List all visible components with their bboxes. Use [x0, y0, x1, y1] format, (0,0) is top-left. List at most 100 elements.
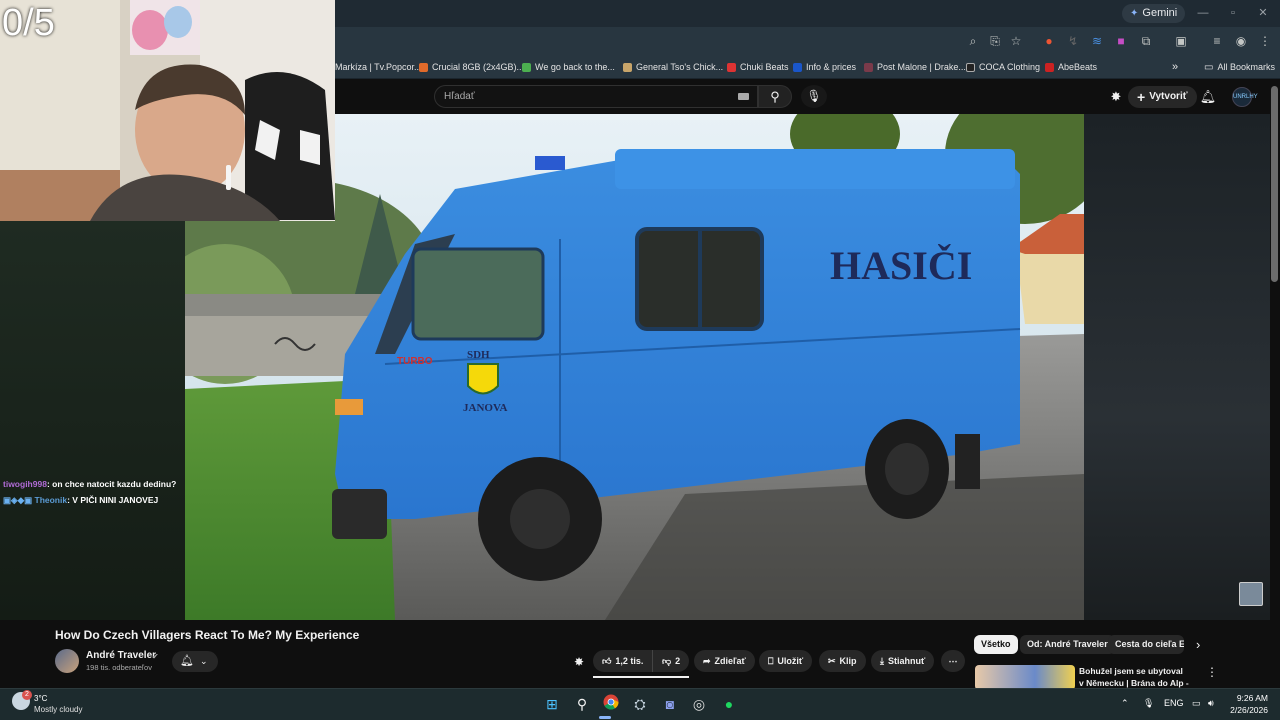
bookmark-item[interactable]: Markíza | Tv.Popcor...: [335, 60, 422, 74]
profile-icon[interactable]: ◉: [1232, 33, 1250, 49]
taskbar-search-icon[interactable]: ⚲: [572, 694, 592, 714]
sidepanel-icon[interactable]: ▣: [1172, 33, 1190, 49]
extension-gray-icon[interactable]: ↯: [1064, 33, 1082, 49]
bookmark-icon: ⎕: [768, 656, 774, 666]
extension-red-icon[interactable]: ●: [1040, 33, 1058, 49]
maximize-icon[interactable]: ▫: [1218, 4, 1248, 23]
page-scrollbar[interactable]: [1271, 86, 1278, 282]
weather-desc[interactable]: Mostly cloudy: [34, 705, 82, 714]
extensions-puzzle-icon[interactable]: ⧉: [1137, 33, 1155, 49]
bookmark-label: AbeBeats: [1058, 62, 1098, 72]
bookmark-label: We go back to the...: [535, 62, 615, 72]
zoom-icon[interactable]: ⌕: [964, 33, 982, 49]
bookmark-item[interactable]: Info & prices: [793, 60, 856, 74]
recommendation-thumbnail[interactable]: [975, 665, 1075, 690]
tray-overflow-icon[interactable]: ⌃: [1121, 698, 1129, 709]
bookmark-label: Crucial 8GB (2x4GB)...: [432, 62, 525, 72]
recommendation-menu-icon[interactable]: ⋮: [1206, 665, 1218, 679]
obs-icon[interactable]: ◎: [689, 694, 709, 714]
bookmark-item[interactable]: General Tso's Chick...: [623, 60, 723, 74]
bell-icon[interactable]: 🔔︎: [1199, 88, 1217, 106]
weather-temp[interactable]: 3°C: [34, 694, 47, 703]
van-sdh-text: SDH: [467, 349, 490, 361]
sparkle-icon[interactable]: ✸: [1107, 88, 1125, 106]
share-button[interactable]: ➦ Zdieľať: [694, 650, 755, 672]
chat-text: : on chce natocit kazdu dedinu?: [46, 479, 177, 489]
bookmark-item[interactable]: COCA Clothing: [966, 60, 1040, 74]
bookmark-label: Info & prices: [806, 62, 857, 72]
chip-all[interactable]: Všetko: [974, 635, 1018, 654]
clock-time[interactable]: 9:26 AM: [1228, 693, 1268, 703]
network-icon[interactable]: ▭: [1192, 698, 1201, 709]
spotify-icon[interactable]: ●: [719, 694, 739, 714]
bookmark-item[interactable]: Chuki Beats: [727, 60, 789, 74]
more-actions-button[interactable]: ⋯: [941, 650, 965, 672]
keyboard-icon[interactable]: [738, 93, 749, 100]
dislike-button[interactable]: 👎︎ 2: [652, 650, 690, 672]
bell-icon: 🔔︎: [180, 655, 194, 667]
volume-icon[interactable]: 🔊︎: [1208, 698, 1214, 709]
extension-audio-icon[interactable]: ≋: [1088, 33, 1106, 49]
miniplayer-thumbnail[interactable]: [1239, 582, 1263, 606]
bookmark-item[interactable]: Post Malone | Drake...: [864, 60, 966, 74]
bookmark-label: Chuki Beats: [740, 62, 789, 72]
install-icon[interactable]: ⎘: [986, 33, 1004, 49]
plus-icon: +: [1137, 89, 1146, 105]
like-button[interactable]: 👍︎ 1,2 tis.: [593, 650, 653, 672]
weather-badge: 2: [22, 690, 32, 700]
close-icon[interactable]: ✕: [1248, 4, 1278, 23]
bookmark-star-icon[interactable]: ☆: [1007, 33, 1025, 49]
media-controls-icon[interactable]: ≡: [1208, 33, 1226, 49]
extension-purple-icon[interactable]: ■: [1112, 33, 1130, 49]
channel-avatar[interactable]: [55, 649, 79, 673]
microphone-icon[interactable]: 🎙: [1143, 698, 1154, 709]
channel-name[interactable]: André Traveler: [86, 650, 156, 661]
chevron-right-icon[interactable]: ›: [1196, 637, 1200, 652]
clip-button[interactable]: ✂ Klip: [819, 650, 866, 672]
bookmark-item[interactable]: Crucial 8GB (2x4GB)...: [419, 60, 524, 74]
folder-icon: ▭: [1204, 61, 1214, 73]
chevron-down-icon: ⌄: [199, 656, 208, 666]
windows-start-icon[interactable]: ⊞: [542, 694, 562, 714]
bookmark-favicon-icon: [864, 62, 873, 72]
menu-kebab-icon[interactable]: ⋮: [1256, 33, 1274, 49]
minimize-icon[interactable]: —: [1188, 4, 1218, 23]
bookmark-item[interactable]: AbeBeats: [1045, 60, 1097, 74]
bookmark-label: Markíza | Tv.Popcor...: [335, 62, 422, 72]
van-badge-text: TURBO: [397, 356, 433, 367]
create-label: Vytvoriť: [1149, 91, 1188, 102]
bookmarks-overflow-icon[interactable]: »: [1172, 60, 1178, 74]
sparkle-ask-icon[interactable]: ✸: [574, 655, 584, 669]
chat-badges-icon: ▣◈◆▣: [3, 495, 35, 505]
video-title: How Do Czech Villagers React To Me? My E…: [55, 628, 360, 642]
clock-date[interactable]: 2/26/2026: [1222, 705, 1268, 715]
bookmark-item[interactable]: We go back to the...: [522, 60, 615, 74]
subscriber-count: 198 tis. odberateľov: [86, 663, 152, 672]
voice-search-button[interactable]: 🎙: [801, 85, 827, 108]
steam-icon[interactable]: ⛭: [630, 694, 650, 714]
discord-icon[interactable]: ◙: [660, 694, 680, 714]
notification-bell-button[interactable]: 🔔︎ ⌄: [172, 651, 218, 672]
account-avatar[interactable]: UNRLHY: [1232, 87, 1258, 107]
clip-label: Klip: [839, 656, 857, 666]
save-button[interactable]: ⎕ Uložiť: [759, 650, 813, 672]
stream-chat: [0, 221, 185, 620]
chat-message: tiwogih998: on chce natocit kazdu dedinu…: [3, 479, 176, 489]
bookmark-favicon-icon: [522, 62, 531, 72]
search-button[interactable]: ⚲: [758, 85, 792, 108]
chat-username: tiwogih998: [3, 479, 47, 489]
gemini-button[interactable]: ✦ Gemini: [1122, 4, 1186, 23]
chrome-icon[interactable]: [601, 694, 621, 714]
all-bookmarks-folder[interactable]: ▭ All Bookmarks: [1204, 60, 1275, 74]
mic-icon: 🎙: [806, 89, 822, 103]
search-placeholder: Hľadať: [444, 91, 475, 102]
save-label: Uložiť: [777, 656, 804, 666]
download-button[interactable]: ⤓ Stiahnuť: [871, 650, 935, 672]
chip-related[interactable]: Cesta do cieľa Eu: [1108, 635, 1184, 654]
thumbs-down-icon: 👎︎: [662, 656, 672, 666]
create-button[interactable]: + Vytvoriť: [1128, 86, 1197, 108]
language-indicator[interactable]: ENG: [1164, 698, 1184, 708]
thumbs-up-icon: 👍︎: [602, 656, 612, 666]
search-input[interactable]: Hľadať: [434, 85, 758, 108]
chip-from-channel[interactable]: Od: André Traveler: [1020, 635, 1115, 654]
